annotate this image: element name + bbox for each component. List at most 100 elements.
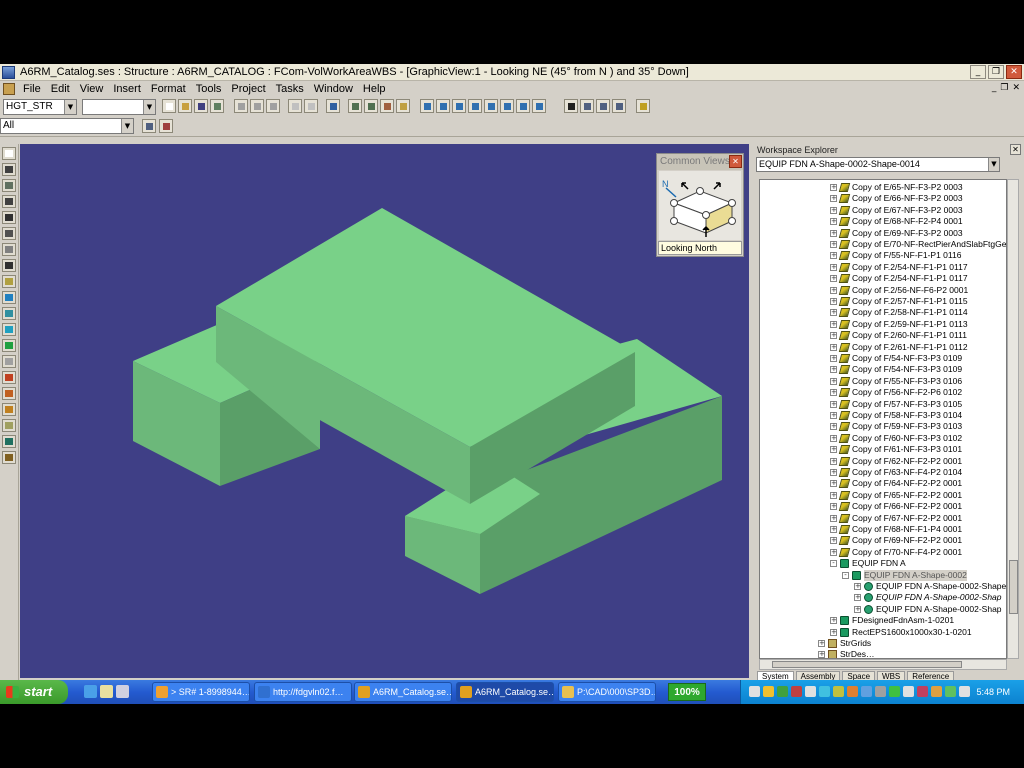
tab-reference[interactable]: Reference — [907, 671, 955, 681]
taskbar-item[interactable]: http://fdgvln02.f… — [254, 682, 352, 702]
expand-icon[interactable]: + — [830, 263, 837, 271]
expand-icon[interactable]: + — [830, 617, 837, 625]
chevron-down-icon[interactable]: ▼ — [64, 100, 76, 114]
expand-icon[interactable]: + — [818, 651, 825, 658]
expand-icon[interactable]: + — [854, 605, 861, 613]
open-icon[interactable] — [178, 99, 192, 113]
locate-filter-icon[interactable] — [159, 119, 173, 133]
expand-icon[interactable]: + — [830, 377, 837, 385]
opening-icon[interactable] — [2, 291, 16, 304]
tree-horizontal-scrollbar[interactable] — [759, 659, 1007, 670]
media-icon[interactable] — [116, 685, 129, 698]
slab-icon[interactable] — [2, 179, 16, 192]
zoom-area-icon[interactable] — [580, 99, 594, 113]
expand-icon[interactable]: + — [830, 412, 837, 419]
print-preview-icon[interactable] — [210, 99, 224, 113]
menu-tools[interactable]: Tools — [191, 83, 227, 95]
expand-icon[interactable]: + — [830, 286, 837, 294]
expand-icon[interactable]: + — [830, 526, 837, 533]
tray-icon[interactable] — [931, 686, 942, 697]
menu-insert[interactable]: Insert — [108, 83, 146, 95]
expand-icon[interactable]: + — [830, 457, 837, 465]
scrollbar-thumb[interactable] — [772, 661, 962, 668]
task-combo[interactable]: HGT_STR ▼ — [3, 99, 77, 115]
filter-icon[interactable] — [142, 119, 156, 133]
menu-window[interactable]: Window — [309, 83, 358, 95]
menu-project[interactable]: Project — [226, 83, 270, 95]
expand-icon[interactable]: + — [830, 332, 837, 340]
paste-icon[interactable] — [266, 99, 280, 113]
ladder-icon[interactable] — [2, 259, 16, 272]
close-icon[interactable]: ✕ — [1010, 144, 1021, 155]
selection-combo[interactable]: EQUIP FDN A-Shape-0002-Shape-0014 ▼ — [756, 157, 1000, 172]
mirror-icon[interactable] — [396, 99, 410, 113]
expand-icon[interactable]: + — [830, 320, 837, 328]
zoom-icon[interactable] — [564, 99, 578, 113]
doc-restore-button[interactable]: ❐ — [1000, 83, 1008, 93]
minimize-button[interactable]: _ — [970, 65, 986, 79]
expand-icon[interactable]: + — [830, 298, 837, 305]
tray-icon[interactable] — [763, 686, 774, 697]
plane-icon[interactable] — [2, 323, 16, 336]
expand-icon[interactable]: + — [830, 434, 837, 442]
menu-file[interactable]: File — [18, 83, 46, 95]
expand-icon[interactable]: + — [830, 218, 837, 226]
expand-icon[interactable]: + — [818, 640, 825, 647]
menu-help[interactable]: Help — [358, 83, 391, 95]
view-5-icon[interactable] — [484, 99, 498, 113]
tray-icon[interactable] — [945, 686, 956, 697]
tray-icon[interactable] — [819, 686, 830, 697]
tray-icon[interactable] — [847, 686, 858, 697]
taskbar-item[interactable]: > SR# 1-8998944… — [152, 682, 250, 702]
expand-icon[interactable]: + — [830, 389, 837, 397]
expand-icon[interactable]: + — [830, 491, 837, 499]
taskbar-item[interactable]: P:\CAD\000\SP3D… — [558, 682, 656, 702]
expand-icon[interactable]: + — [830, 628, 837, 636]
tray-icon[interactable] — [777, 686, 788, 697]
tray-icon[interactable] — [875, 686, 886, 697]
view-8-icon[interactable] — [532, 99, 546, 113]
expand-icon[interactable]: + — [830, 366, 837, 374]
chevron-down-icon[interactable]: ▼ — [121, 119, 133, 133]
connect-icon[interactable] — [2, 371, 16, 384]
expand-icon[interactable]: + — [830, 446, 837, 454]
expand-icon[interactable]: + — [830, 206, 837, 214]
view-4-icon[interactable] — [468, 99, 482, 113]
route-icon[interactable] — [2, 339, 16, 352]
start-button[interactable]: start — [0, 680, 68, 704]
copy-icon[interactable] — [2, 419, 16, 432]
tree-vertical-scrollbar[interactable] — [1007, 179, 1019, 659]
undo-icon[interactable] — [326, 99, 340, 113]
footing-icon[interactable] — [2, 211, 16, 224]
tab-system[interactable]: System — [757, 671, 794, 681]
save-icon[interactable] — [194, 99, 208, 113]
document-icon[interactable] — [3, 83, 15, 95]
tray-icon[interactable] — [749, 686, 760, 697]
menu-format[interactable]: Format — [146, 83, 191, 95]
tab-wbs[interactable]: WBS — [877, 671, 906, 681]
tray-icon[interactable] — [917, 686, 928, 697]
close-button[interactable]: ✕ — [1006, 65, 1022, 79]
expand-icon[interactable]: + — [830, 275, 837, 283]
refresh-icon[interactable] — [612, 99, 626, 113]
pin-icon[interactable] — [2, 451, 16, 464]
help-icon[interactable] — [636, 99, 650, 113]
tray-icon[interactable] — [861, 686, 872, 697]
expand-icon[interactable]: + — [830, 480, 837, 488]
tab-assembly[interactable]: Assembly — [795, 671, 841, 681]
tray-icon[interactable] — [959, 686, 970, 697]
collapse-icon[interactable]: - — [830, 560, 837, 568]
collapse-icon[interactable]: - — [842, 571, 849, 579]
expand-icon[interactable]: + — [830, 548, 837, 556]
redo-disabled-icon[interactable] — [304, 99, 318, 113]
expand-icon[interactable]: + — [830, 423, 837, 431]
menu-tasks[interactable]: Tasks — [271, 83, 309, 95]
trim-icon[interactable] — [2, 387, 16, 400]
expand-icon[interactable]: + — [830, 514, 837, 522]
tray-icon[interactable] — [805, 686, 816, 697]
tray-icon[interactable] — [903, 686, 914, 697]
select-icon[interactable] — [2, 147, 16, 160]
graphic-view[interactable]: Common Views ✕ N Looking North — [20, 144, 749, 678]
view-cube-icon[interactable]: N — [658, 171, 744, 241]
tray-icon[interactable] — [791, 686, 802, 697]
